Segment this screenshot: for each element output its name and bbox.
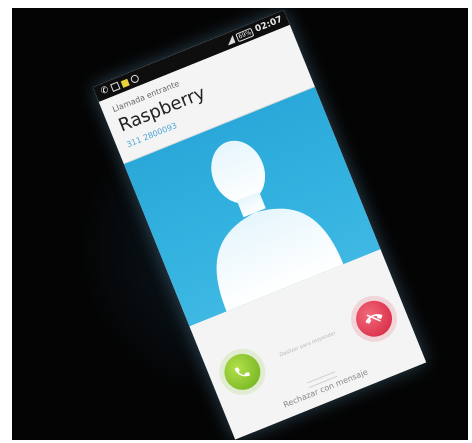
photo-background: ✆ 69% 02:07 Llamada entrante Raspberry 3… (12, 8, 468, 440)
signal-icon (225, 35, 236, 46)
phone-hangup-icon (365, 314, 383, 324)
phone-answer-icon (234, 367, 251, 377)
swipe-hint: Deslizar para responder (278, 330, 337, 359)
reject-button[interactable] (350, 295, 398, 343)
phone-icon: ✆ (99, 84, 111, 98)
answer-button[interactable] (218, 348, 266, 396)
notification-icon (120, 78, 130, 88)
sync-icon (129, 73, 140, 85)
screen-icon (110, 81, 121, 92)
